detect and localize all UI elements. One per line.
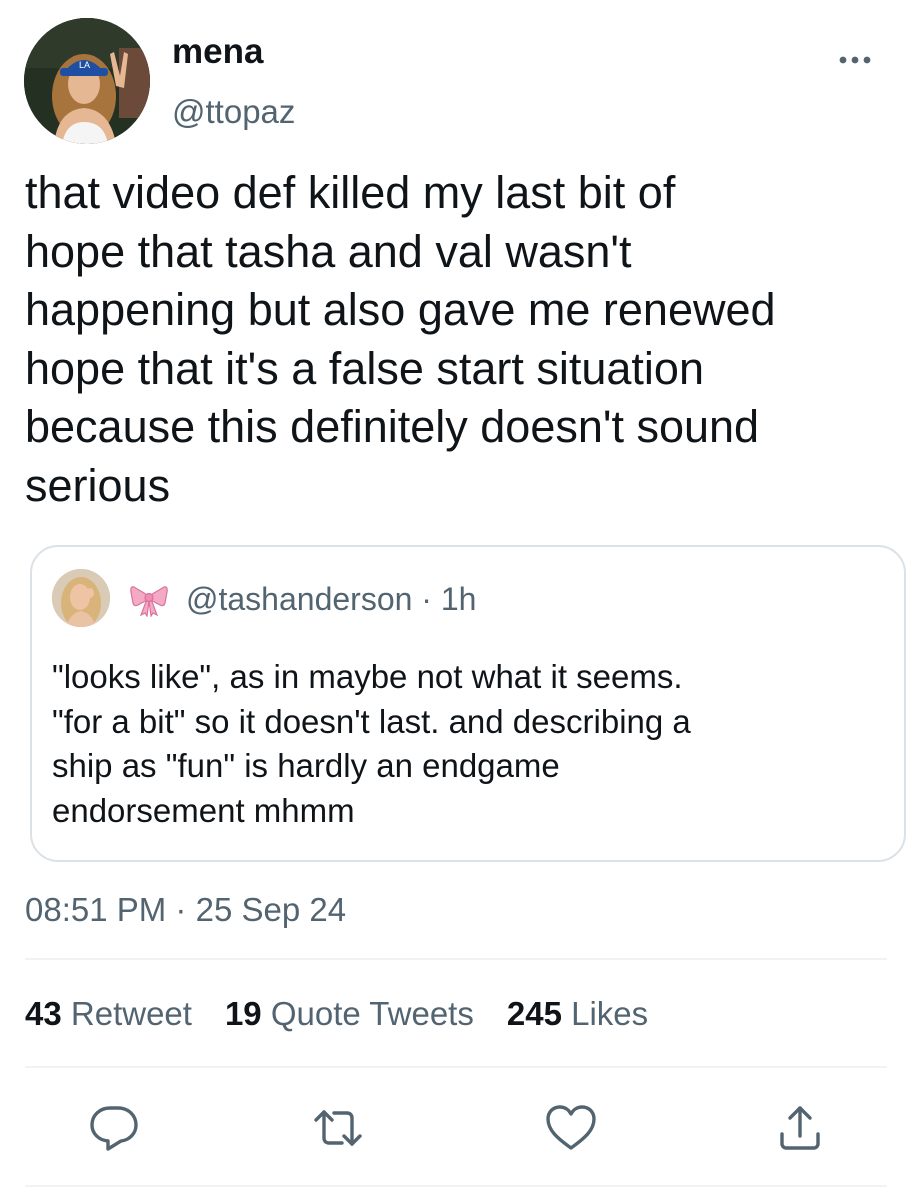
svg-text:LA: LA — [79, 60, 90, 70]
retweet-count: 43 — [25, 995, 62, 1032]
retweet-icon[interactable] — [310, 1100, 366, 1156]
quote-tweets-count-stat[interactable]: 19 Quote Tweets — [225, 992, 474, 1036]
more-horizontal-icon[interactable] — [835, 48, 875, 72]
quoted-separator: · — [421, 581, 432, 617]
retweet-label: Retweet — [70, 995, 192, 1032]
likes-label: Likes — [571, 995, 649, 1032]
quoted-author-meta: @tashanderson · 1h — [186, 579, 476, 619]
retweet-count-stat[interactable]: 43 Retweet — [25, 992, 192, 1036]
timestamp-time: 08:51 PM — [25, 891, 167, 928]
timestamp-separator: · — [175, 891, 187, 928]
reply-icon[interactable] — [86, 1100, 142, 1156]
likes-count-stat[interactable]: 245 Likes — [507, 992, 648, 1036]
quoted-tweet-card[interactable]: @tashanderson · 1h "looks like", as in m… — [30, 545, 906, 862]
quoted-avatar-image — [52, 569, 110, 627]
author-avatar-image: LA — [24, 18, 150, 144]
tweet-text: that video def killed my last bit of hop… — [25, 167, 776, 511]
divider — [25, 1066, 887, 1068]
action-bar — [0, 1100, 911, 1160]
author-avatar[interactable]: LA — [24, 18, 150, 144]
quote-tweets-count: 19 — [224, 995, 262, 1032]
quoted-author-avatar[interactable] — [52, 569, 110, 627]
timestamp-date: 25 Sep 24 — [195, 891, 347, 928]
tweet-timestamp[interactable]: 08:51 PM · 25 Sep 24 — [25, 890, 346, 930]
share-icon[interactable] — [772, 1100, 828, 1156]
divider — [25, 1185, 887, 1187]
quoted-tweet-text: "looks like", as in maybe not what it se… — [52, 658, 691, 829]
quote-tweets-label: Quote Tweets — [270, 995, 474, 1032]
author-handle[interactable]: @ttopaz — [172, 92, 295, 132]
divider — [25, 958, 887, 960]
engagement-stats: 43 Retweet 19 Quote Tweets 245 Likes — [25, 992, 681, 1036]
likes-count: 245 — [506, 995, 562, 1032]
quoted-author-handle[interactable]: @tashanderson — [186, 581, 412, 617]
ribbon-bow-icon — [130, 583, 168, 617]
quoted-time: 1h — [440, 581, 477, 617]
author-display-name[interactable]: mena — [172, 32, 263, 72]
like-heart-icon[interactable] — [543, 1100, 599, 1156]
